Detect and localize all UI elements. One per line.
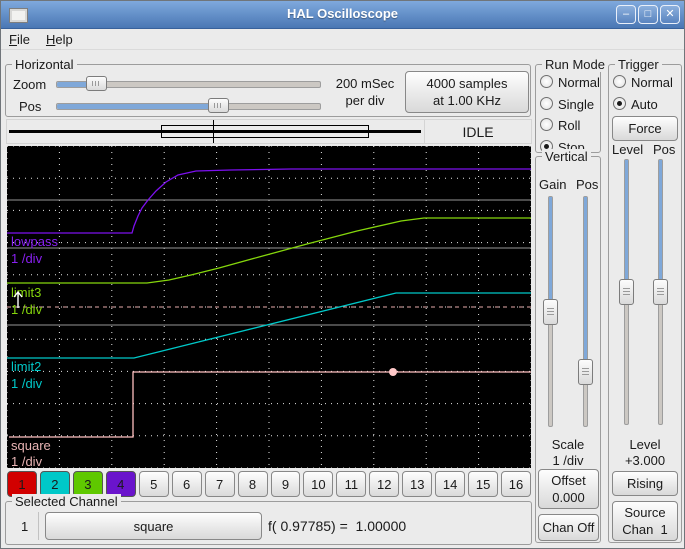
trigger-level-slider-label: Level — [612, 142, 644, 157]
trace-label: limit3 — [11, 285, 41, 300]
trace-label: 1 /div — [11, 454, 43, 468]
channel-button-16[interactable]: 16 — [501, 471, 531, 497]
time-per-div: 200 mSec per div — [335, 76, 395, 108]
channel-button-13[interactable]: 13 — [402, 471, 433, 497]
zoom-label: Zoom — [13, 77, 47, 92]
minimize-button[interactable]: – — [616, 5, 636, 24]
vertical-group-label: Vertical — [542, 149, 591, 164]
pos-slider[interactable] — [56, 98, 321, 113]
trigger-auto-radio[interactable] — [613, 97, 626, 110]
view-region-box[interactable] — [161, 125, 369, 138]
pos-slider-track[interactable] — [56, 103, 321, 110]
window-title: HAL Oscilloscope — [286, 6, 398, 21]
trigger-edge-button[interactable]: Rising — [612, 471, 678, 496]
status-idle: IDLE — [462, 123, 494, 140]
trigger-normal-radio[interactable] — [613, 75, 626, 88]
channel-button-10[interactable]: 10 — [303, 471, 334, 497]
channel-button-6[interactable]: 6 — [171, 471, 202, 497]
trigger-normal-label: Normal — [631, 75, 673, 90]
trigger-pos-slider[interactable] — [653, 159, 668, 425]
trigger-source-button[interactable]: Source Chan 1 — [612, 501, 678, 541]
selected-channel-number: 1 — [21, 519, 29, 534]
run-mode-normal-label: Normal — [558, 75, 600, 90]
menu-file[interactable]: File — [9, 32, 30, 47]
gain-slider-handle[interactable] — [543, 298, 558, 325]
vertical-pos-handle[interactable] — [578, 358, 593, 385]
run-mode-single-label: Single — [558, 97, 595, 112]
zoom-slider[interactable] — [56, 76, 321, 91]
chan-off-button[interactable]: Chan Off — [538, 514, 599, 541]
run-mode-group-label: Run Mode — [542, 57, 608, 72]
channel-button-12[interactable]: 12 — [369, 471, 400, 497]
trigger-level-slider[interactable] — [619, 159, 634, 425]
vertical-pos-slider-label: Pos — [576, 177, 599, 192]
app-window: HAL Oscilloscope – □ ✕ File Help Horizon… — [0, 0, 685, 549]
horizontal-group-label: Horizontal — [12, 57, 77, 72]
menubar: File Help — [1, 29, 684, 50]
close-button[interactable]: ✕ — [660, 5, 680, 24]
gain-slider-label: Gain — [539, 177, 567, 192]
trigger-pos-slider-label: Pos — [653, 142, 676, 157]
run-mode-single-radio[interactable] — [540, 97, 553, 110]
channel-button-8[interactable]: 8 — [237, 471, 268, 497]
channel-button-9[interactable]: 9 — [270, 471, 301, 497]
offset-button[interactable]: Offset 0.000 — [538, 469, 599, 509]
trigger-point-marker — [389, 368, 397, 376]
trace-label: 1 /div — [11, 251, 43, 266]
run-mode-roll-radio[interactable] — [540, 118, 553, 131]
trigger-group-label: Trigger — [615, 57, 662, 72]
trigger-level-handle[interactable] — [619, 279, 634, 305]
run-mode-normal-radio[interactable] — [540, 75, 553, 88]
record-preview: IDLE — [6, 119, 532, 144]
channel-button-7[interactable]: 7 — [204, 471, 235, 497]
channel-button-14[interactable]: 14 — [435, 471, 466, 497]
scope-canvas: lowpass1 /divlimit31 /divlimit21 /divsqu… — [6, 145, 532, 469]
trigger-position-marker — [213, 120, 214, 143]
trace-label: square — [11, 438, 51, 453]
scope-display[interactable]: lowpass 1 /div limit3 1 /div limit2 1 /div squ… — [6, 145, 532, 469]
force-button[interactable]: Force — [612, 116, 678, 141]
selected-channel-divider — [38, 512, 39, 540]
titlebar[interactable]: HAL Oscilloscope – □ ✕ — [1, 1, 684, 29]
channel-button-11[interactable]: 11 — [336, 471, 367, 497]
run-mode-roll-label: Roll — [558, 118, 581, 133]
scale-readout: Scale 1 /div — [551, 437, 585, 468]
channel-value-readout: f( 0.97785) = 1.00000 — [268, 518, 407, 534]
trigger-pos-handle[interactable] — [653, 279, 668, 305]
vertical-pos-track[interactable] — [583, 196, 588, 427]
selected-channel-group-label: Selected Channel — [12, 494, 121, 509]
trace-label: 1 /div — [11, 376, 43, 391]
pos-label: Pos — [19, 99, 42, 114]
samples-button[interactable]: 4000 samples at 1.00 KHz — [405, 71, 529, 113]
vertical-pos-slider[interactable] — [578, 196, 593, 427]
channel-button-5[interactable]: 5 — [138, 471, 169, 497]
zoom-slider-handle[interactable] — [85, 76, 107, 91]
selected-channel-name-button[interactable]: square — [45, 512, 262, 540]
trace-label: limit2 — [11, 359, 41, 374]
trigger-level-readout: Level +3.000 — [624, 437, 666, 468]
maximize-button[interactable]: □ — [638, 5, 658, 24]
trigger-auto-label: Auto — [631, 97, 658, 112]
pos-slider-handle[interactable] — [207, 98, 229, 113]
channel-button-15[interactable]: 15 — [468, 471, 499, 497]
menu-help[interactable]: Help — [46, 32, 73, 47]
trace-label: lowpass — [11, 234, 58, 249]
trace-label: 1 /div — [11, 302, 43, 317]
gain-slider[interactable] — [543, 196, 558, 427]
